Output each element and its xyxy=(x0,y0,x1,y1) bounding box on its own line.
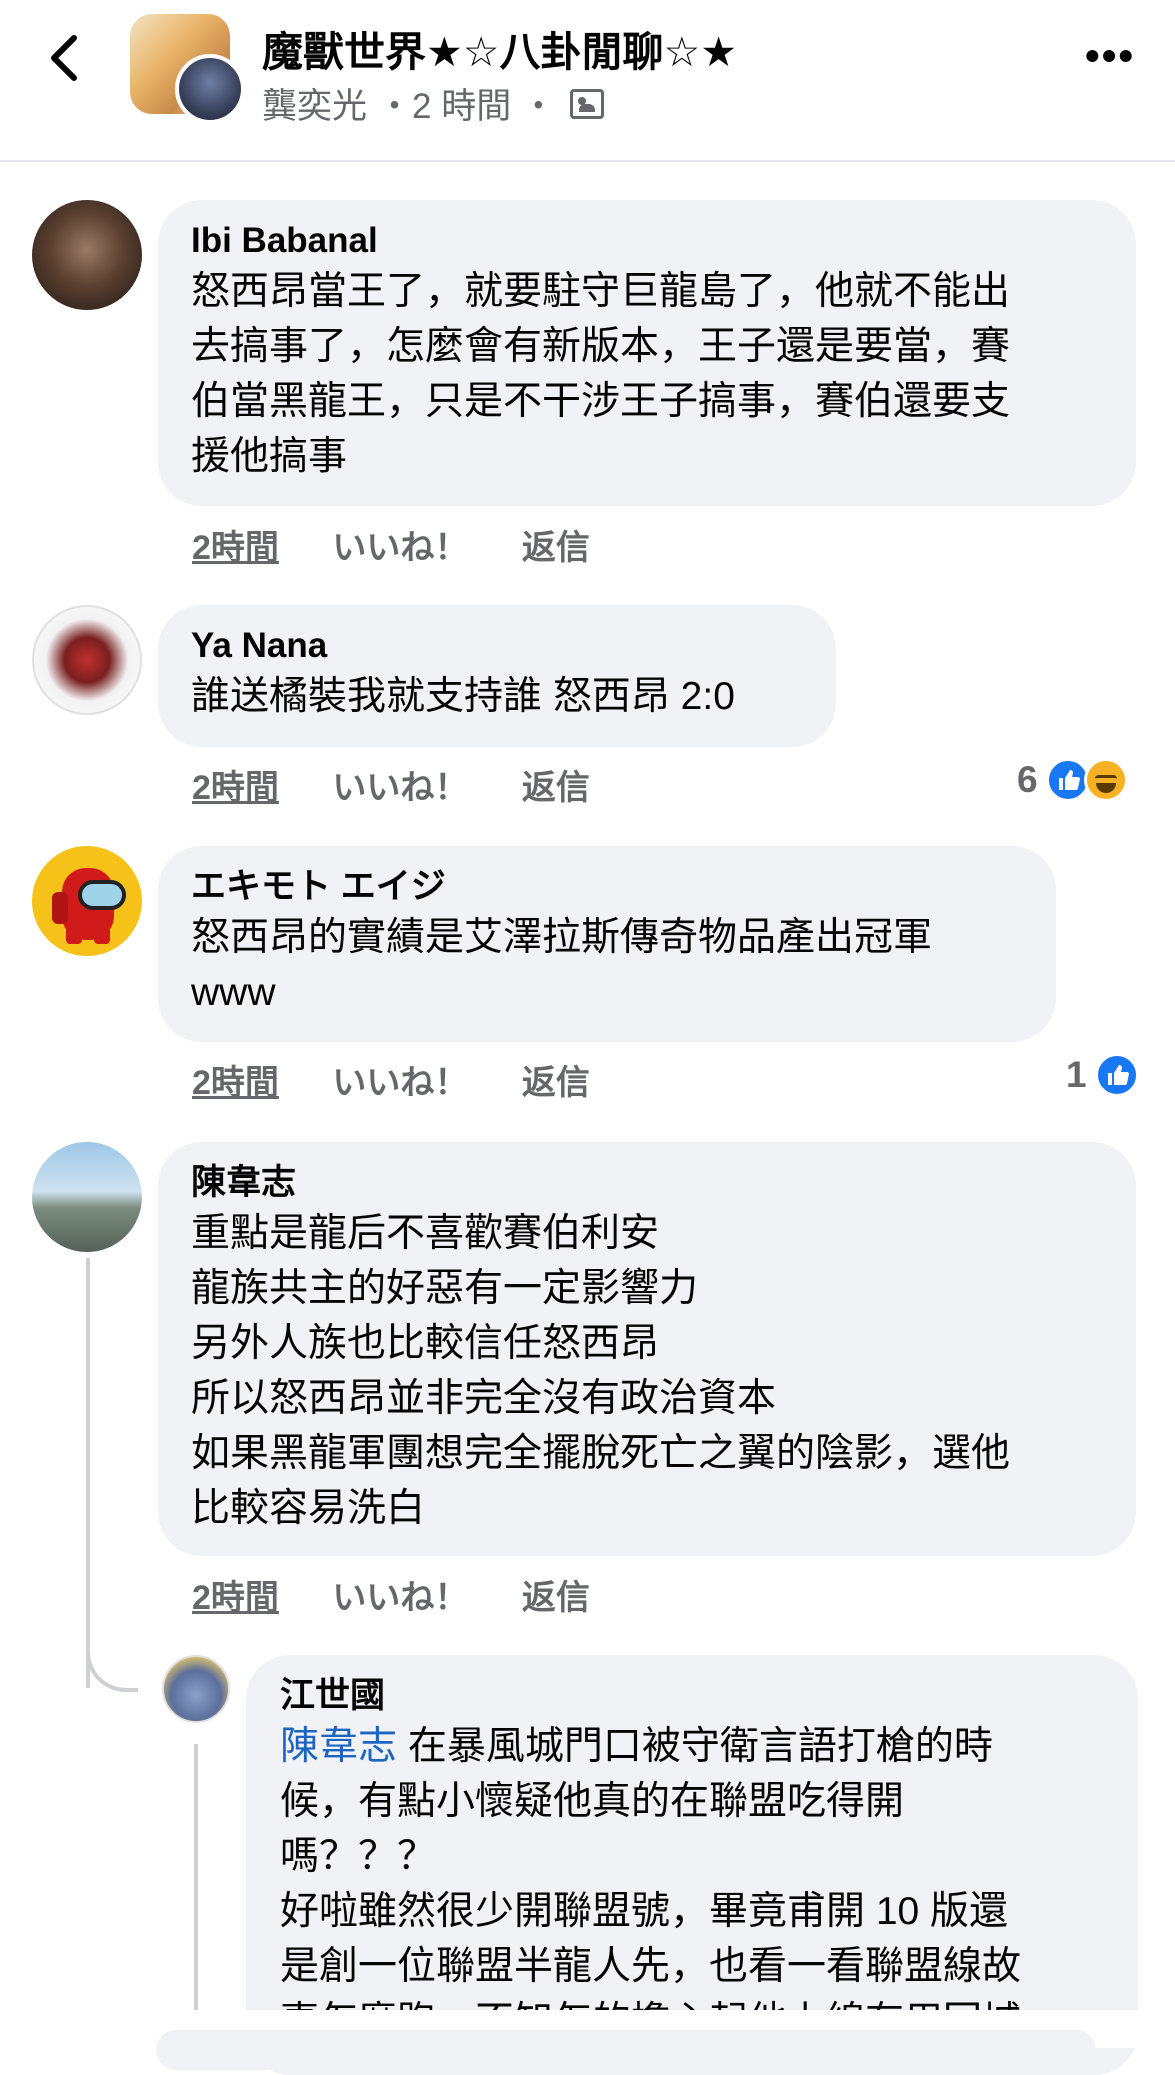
like-button[interactable]: いいね！ xyxy=(332,1064,468,1102)
post-time: ・2 時間 ・ xyxy=(377,87,556,126)
comment-text: 怒西昂當王了，就要駐守巨龍島了，他就不能出 去搞事了，怎麼會有新版本，王子還是要… xyxy=(191,270,1011,478)
comment-actions: 2時間 いいね！ 返信 xyxy=(192,1055,634,1104)
avatar[interactable] xyxy=(32,846,142,956)
thread-line xyxy=(194,1744,198,2014)
among-us-icon xyxy=(52,868,126,944)
reply-button[interactable]: 返信 xyxy=(522,769,590,807)
author-avatar[interactable] xyxy=(175,54,245,124)
comment-bubble: 陳韋志 重點是龍后不喜歡賽伯利安 龍族共主的好惡有一定影響力 另外人族也比較信任… xyxy=(158,1142,1136,1556)
haha-reaction-icon xyxy=(1083,758,1128,802)
comment-actions: 2時間 いいね！ 返信 xyxy=(192,760,634,809)
comment-text: 重點是龍后不喜歡賽伯利安 龍族共主的好惡有一定影響力 另外人族也比較信任怒西昂 … xyxy=(191,1212,1011,1530)
commenter-name[interactable]: Ya Nana xyxy=(191,623,804,669)
commenter-name[interactable]: Ibi Babanal xyxy=(191,218,1104,264)
avatar[interactable] xyxy=(162,1655,230,1723)
comment-bubble: エキモト エイジ 怒西昂的實績是艾澤拉斯傳奇物品產出冠軍 www xyxy=(158,846,1056,1042)
like-button[interactable]: いいね！ xyxy=(332,1579,468,1617)
comment-bubble: Ibi Babanal 怒西昂當王了，就要駐守巨龍島了，他就不能出 去搞事了，怎… xyxy=(158,200,1136,506)
reaction-count: 6 xyxy=(1017,759,1038,800)
reply-button[interactable]: 返信 xyxy=(522,1579,590,1617)
comment-time[interactable]: 2時間 xyxy=(192,1064,279,1102)
reaction-count: 1 xyxy=(1066,1054,1087,1095)
like-button[interactable]: いいね！ xyxy=(332,529,468,567)
avatar[interactable] xyxy=(32,200,142,310)
reaction-summary[interactable]: 6 xyxy=(1017,758,1128,802)
avatar[interactable] xyxy=(32,1142,142,1252)
reply-text: 陳韋志 在暴風城門口被守衛言語打槍的時 候，有點小懷疑他真的在聯盟吃得開 嗎？？… xyxy=(280,1725,1022,2043)
comment-actions: 2時間 いいね！ 返信 xyxy=(192,1570,634,1619)
like-button[interactable]: いいね！ xyxy=(332,769,468,807)
post-meta: 龔奕光 ・2 時間 ・ xyxy=(262,78,604,129)
more-options-button[interactable]: ••• xyxy=(1085,35,1135,77)
author-name[interactable]: 龔奕光 xyxy=(262,78,367,129)
group-icon xyxy=(569,88,604,119)
like-reaction-icon xyxy=(1094,1053,1139,1097)
avatar[interactable] xyxy=(32,605,142,715)
comment-time[interactable]: 2時間 xyxy=(192,1579,279,1617)
commenter-name[interactable]: 陳韋志 xyxy=(191,1160,1104,1206)
next-comment-bubble xyxy=(156,2030,1096,2070)
reply-button[interactable]: 返信 xyxy=(522,1064,590,1102)
comment-bubble: Ya Nana 誰送橘裝我就支持誰 怒西昂 2:0 xyxy=(158,605,836,747)
comment-text: 怒西昂的實績是艾澤拉斯傳奇物品產出冠軍 www xyxy=(191,916,933,1014)
back-button[interactable] xyxy=(40,30,90,86)
post-header: 魔獸世界★☆八卦閒聊☆★ 龔奕光 ・2 時間 ・ ••• xyxy=(0,0,1175,162)
comment-text: 誰送橘裝我就支持誰 怒西昂 2:0 xyxy=(191,675,735,718)
group-title[interactable]: 魔獸世界★☆八卦閒聊☆★ xyxy=(262,18,737,78)
reaction-summary[interactable]: 1 xyxy=(1066,1053,1139,1097)
like-reaction-icon xyxy=(1045,758,1090,802)
comment-time[interactable]: 2時間 xyxy=(192,529,279,567)
thread-line xyxy=(86,1258,90,1688)
reply-button[interactable]: 返信 xyxy=(522,529,590,567)
chevron-left-icon xyxy=(51,35,77,81)
commenter-name[interactable]: エキモト エイジ xyxy=(191,864,1024,910)
thread-line xyxy=(86,1640,138,1692)
commenter-name[interactable]: 江世國 xyxy=(280,1673,1106,1719)
mention-link[interactable]: 陳韋志 xyxy=(280,1725,397,1768)
comment-time[interactable]: 2時間 xyxy=(192,769,279,807)
comment-actions: 2時間 いいね！ 返信 xyxy=(192,520,634,569)
